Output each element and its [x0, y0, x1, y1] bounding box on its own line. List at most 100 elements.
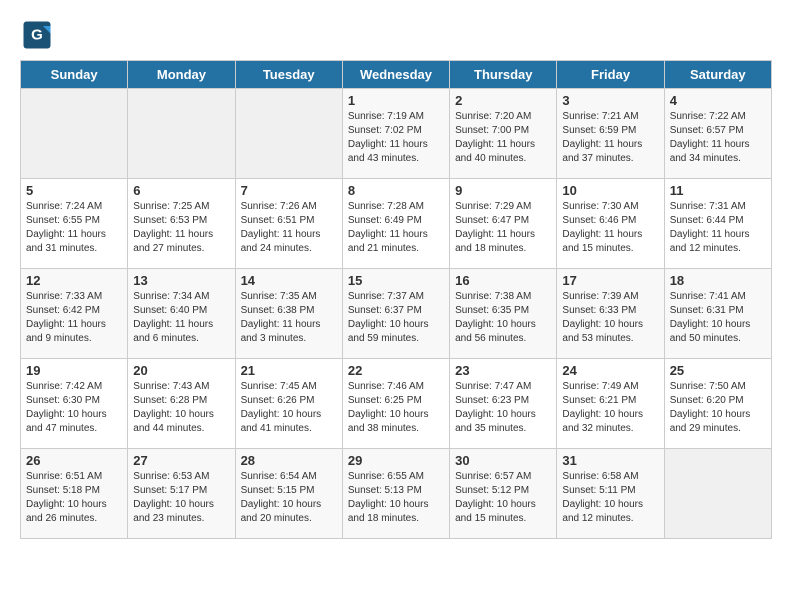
day-info: Sunrise: 7:19 AM Sunset: 7:02 PM Dayligh…	[348, 110, 444, 166]
logo: G	[20, 20, 52, 50]
day-info: Sunrise: 7:29 AM Sunset: 6:47 PM Dayligh…	[455, 200, 551, 256]
calendar-cell: 13 Sunrise: 7:34 AM Sunset: 6:40 PM Dayli…	[128, 269, 235, 359]
calendar-cell	[664, 449, 771, 539]
calendar-week-row: 5 Sunrise: 7:24 AM Sunset: 6:55 PM Daylig…	[21, 179, 772, 269]
day-number: 23	[455, 363, 551, 378]
day-number: 19	[26, 363, 122, 378]
calendar-cell: 2Sunrise: 7:20 AM Sunset: 7:00 PM Daylig…	[450, 89, 557, 179]
day-number: 5	[26, 183, 122, 198]
day-header-thursday: Thursday	[450, 61, 557, 89]
day-number: 12	[26, 273, 122, 288]
calendar-cell: 12 Sunrise: 7:33 AM Sunset: 6:42 PM Dayli…	[21, 269, 128, 359]
calendar-cell: 31 Sunrise: 6:58 AM Sunset: 5:11 PM Dayli…	[557, 449, 664, 539]
calendar-cell: 17 Sunrise: 7:39 AM Sunset: 6:33 PM Dayli…	[557, 269, 664, 359]
day-header-friday: Friday	[557, 61, 664, 89]
day-number: 17	[562, 273, 658, 288]
calendar-week-row: 26 Sunrise: 6:51 AM Sunset: 5:18 PM Dayli…	[21, 449, 772, 539]
day-number: 20	[133, 363, 229, 378]
day-number: 16	[455, 273, 551, 288]
day-info: Sunrise: 7:35 AM Sunset: 6:38 PM Dayligh…	[241, 290, 337, 346]
day-info: Sunrise: 7:25 AM Sunset: 6:53 PM Dayligh…	[133, 200, 229, 256]
calendar-cell: 28 Sunrise: 6:54 AM Sunset: 5:15 PM Dayli…	[235, 449, 342, 539]
day-info: Sunrise: 7:26 AM Sunset: 6:51 PM Dayligh…	[241, 200, 337, 256]
calendar-cell	[21, 89, 128, 179]
day-number: 14	[241, 273, 337, 288]
day-number: 4	[670, 93, 766, 108]
svg-text:G: G	[31, 27, 43, 44]
calendar-cell: 24Sunrise: 7:49 AM Sunset: 6:21 PM Dayli…	[557, 359, 664, 449]
calendar-cell: 25Sunrise: 7:50 AM Sunset: 6:20 PM Dayli…	[664, 359, 771, 449]
day-number: 28	[241, 453, 337, 468]
day-header-wednesday: Wednesday	[342, 61, 449, 89]
calendar-cell: 6 Sunrise: 7:25 AM Sunset: 6:53 PM Daylig…	[128, 179, 235, 269]
calendar-cell: 9 Sunrise: 7:29 AM Sunset: 6:47 PM Daylig…	[450, 179, 557, 269]
day-number: 26	[26, 453, 122, 468]
calendar-cell: 4 Sunrise: 7:22 AM Sunset: 6:57 PM Daylig…	[664, 89, 771, 179]
calendar-week-row: 12 Sunrise: 7:33 AM Sunset: 6:42 PM Dayli…	[21, 269, 772, 359]
day-header-sunday: Sunday	[21, 61, 128, 89]
day-info: Sunrise: 6:58 AM Sunset: 5:11 PM Dayligh…	[562, 470, 658, 526]
calendar-cell: 30 Sunrise: 6:57 AM Sunset: 5:12 PM Dayli…	[450, 449, 557, 539]
calendar-cell: 29 Sunrise: 6:55 AM Sunset: 5:13 PM Dayli…	[342, 449, 449, 539]
day-info: Sunrise: 7:45 AM Sunset: 6:26 PM Dayligh…	[241, 380, 337, 436]
day-header-tuesday: Tuesday	[235, 61, 342, 89]
calendar-cell: 11Sunrise: 7:31 AM Sunset: 6:44 PM Dayli…	[664, 179, 771, 269]
calendar-cell: 18 Sunrise: 7:41 AM Sunset: 6:31 PM Dayli…	[664, 269, 771, 359]
day-number: 31	[562, 453, 658, 468]
day-info: Sunrise: 7:20 AM Sunset: 7:00 PM Dayligh…	[455, 110, 551, 166]
day-info: Sunrise: 6:51 AM Sunset: 5:18 PM Dayligh…	[26, 470, 122, 526]
day-info: Sunrise: 7:30 AM Sunset: 6:46 PM Dayligh…	[562, 200, 658, 256]
calendar-cell: 16Sunrise: 7:38 AM Sunset: 6:35 PM Dayli…	[450, 269, 557, 359]
day-info: Sunrise: 7:22 AM Sunset: 6:57 PM Dayligh…	[670, 110, 766, 166]
calendar-cell: 23 Sunrise: 7:47 AM Sunset: 6:23 PM Dayli…	[450, 359, 557, 449]
day-info: Sunrise: 7:47 AM Sunset: 6:23 PM Dayligh…	[455, 380, 551, 436]
day-number: 21	[241, 363, 337, 378]
day-info: Sunrise: 7:34 AM Sunset: 6:40 PM Dayligh…	[133, 290, 229, 346]
calendar-week-row: 1 Sunrise: 7:19 AM Sunset: 7:02 PM Daylig…	[21, 89, 772, 179]
day-number: 13	[133, 273, 229, 288]
day-info: Sunrise: 7:37 AM Sunset: 6:37 PM Dayligh…	[348, 290, 444, 346]
day-number: 9	[455, 183, 551, 198]
day-number: 22	[348, 363, 444, 378]
calendar-cell: 5 Sunrise: 7:24 AM Sunset: 6:55 PM Daylig…	[21, 179, 128, 269]
day-info: Sunrise: 7:33 AM Sunset: 6:42 PM Dayligh…	[26, 290, 122, 346]
calendar-cell: 15Sunrise: 7:37 AM Sunset: 6:37 PM Dayli…	[342, 269, 449, 359]
day-number: 10	[562, 183, 658, 198]
day-number: 18	[670, 273, 766, 288]
calendar-header-row: SundayMondayTuesdayWednesdayThursdayFrid…	[21, 61, 772, 89]
day-info: Sunrise: 7:50 AM Sunset: 6:20 PM Dayligh…	[670, 380, 766, 436]
day-info: Sunrise: 7:21 AM Sunset: 6:59 PM Dayligh…	[562, 110, 658, 166]
day-info: Sunrise: 7:46 AM Sunset: 6:25 PM Dayligh…	[348, 380, 444, 436]
calendar-cell: 10 Sunrise: 7:30 AM Sunset: 6:46 PM Dayli…	[557, 179, 664, 269]
calendar-cell: 3Sunrise: 7:21 AM Sunset: 6:59 PM Daylig…	[557, 89, 664, 179]
day-number: 30	[455, 453, 551, 468]
day-number: 1	[348, 93, 444, 108]
day-number: 6	[133, 183, 229, 198]
day-info: Sunrise: 6:53 AM Sunset: 5:17 PM Dayligh…	[133, 470, 229, 526]
day-header-monday: Monday	[128, 61, 235, 89]
calendar-cell	[235, 89, 342, 179]
day-number: 11	[670, 183, 766, 198]
day-info: Sunrise: 7:42 AM Sunset: 6:30 PM Dayligh…	[26, 380, 122, 436]
day-info: Sunrise: 7:39 AM Sunset: 6:33 PM Dayligh…	[562, 290, 658, 346]
calendar-cell: 7Sunrise: 7:26 AM Sunset: 6:51 PM Daylig…	[235, 179, 342, 269]
calendar-cell: 8 Sunrise: 7:28 AM Sunset: 6:49 PM Daylig…	[342, 179, 449, 269]
day-info: Sunrise: 6:57 AM Sunset: 5:12 PM Dayligh…	[455, 470, 551, 526]
day-info: Sunrise: 7:43 AM Sunset: 6:28 PM Dayligh…	[133, 380, 229, 436]
day-info: Sunrise: 7:28 AM Sunset: 6:49 PM Dayligh…	[348, 200, 444, 256]
day-info: Sunrise: 7:24 AM Sunset: 6:55 PM Dayligh…	[26, 200, 122, 256]
day-info: Sunrise: 6:54 AM Sunset: 5:15 PM Dayligh…	[241, 470, 337, 526]
day-number: 27	[133, 453, 229, 468]
page-header: G	[20, 20, 772, 50]
day-number: 8	[348, 183, 444, 198]
calendar-cell: 22 Sunrise: 7:46 AM Sunset: 6:25 PM Dayli…	[342, 359, 449, 449]
calendar-cell: 27 Sunrise: 6:53 AM Sunset: 5:17 PM Dayli…	[128, 449, 235, 539]
calendar-week-row: 19 Sunrise: 7:42 AM Sunset: 6:30 PM Dayli…	[21, 359, 772, 449]
calendar-cell: 21 Sunrise: 7:45 AM Sunset: 6:26 PM Dayli…	[235, 359, 342, 449]
calendar-cell: 20 Sunrise: 7:43 AM Sunset: 6:28 PM Dayli…	[128, 359, 235, 449]
day-info: Sunrise: 7:49 AM Sunset: 6:21 PM Dayligh…	[562, 380, 658, 436]
day-number: 29	[348, 453, 444, 468]
day-info: Sunrise: 7:41 AM Sunset: 6:31 PM Dayligh…	[670, 290, 766, 346]
day-info: Sunrise: 6:55 AM Sunset: 5:13 PM Dayligh…	[348, 470, 444, 526]
calendar-table: SundayMondayTuesdayWednesdayThursdayFrid…	[20, 60, 772, 539]
